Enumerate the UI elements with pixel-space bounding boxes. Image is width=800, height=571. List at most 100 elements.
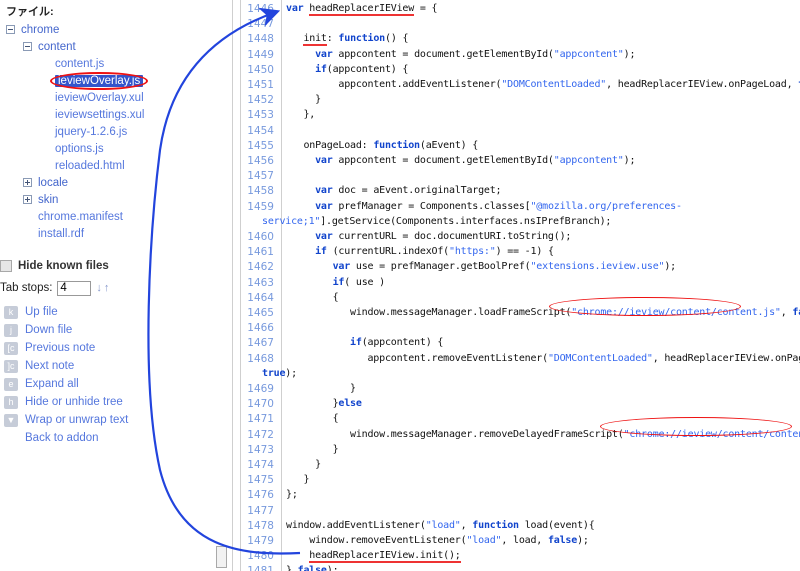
shortcut-keycap: [4, 432, 18, 445]
line-number: 1474: [247, 459, 274, 471]
shortcut-down-file[interactable]: j Down file: [0, 321, 216, 339]
tab-stops-row: Tab stops: ↓↑: [0, 277, 216, 299]
code-line: service;1"].getService(Components.interf…: [262, 215, 612, 227]
line-number: 1464: [247, 291, 274, 304]
code-line: true);: [262, 367, 297, 379]
selected-file-wrapper[interactable]: ieviewOverlay.js: [50, 71, 149, 90]
line-number: 1447: [247, 18, 274, 31]
tab-stops-arrows[interactable]: ↓↑: [96, 282, 111, 294]
shortcut-label: Down file: [25, 324, 73, 336]
tab-stops-input[interactable]: [57, 280, 92, 296]
tree-item-content[interactable]: content: [0, 38, 216, 55]
line-number: 1470: [247, 398, 274, 411]
tree-item-label: reloaded.html: [55, 159, 125, 172]
tree-item-label: skin: [38, 193, 59, 206]
line-number-gutter: 1446 1447 1448 1449 1450 1451 1452 1453 1454 1455…: [240, 0, 280, 571]
line-number: 1448: [247, 33, 274, 46]
line-number: 1455: [247, 139, 274, 152]
shortcut-keycap: [c: [4, 341, 18, 355]
tree-item-chrome-manifest[interactable]: chrome.manifest: [0, 208, 216, 225]
shortcut-hide-or-unhide-tree[interactable]: h Hide or unhide tree: [0, 393, 216, 411]
shortcut-keycap: k: [4, 305, 18, 319]
tree-item-label: ieviewOverlay.js: [55, 74, 144, 87]
shortcut-expand-all[interactable]: e Expand all: [0, 375, 216, 393]
line-number: 1461: [247, 246, 274, 259]
tree-item-label: ieviewOverlay.xul: [55, 91, 144, 104]
code-line: {: [286, 413, 339, 425]
tree-item-skin[interactable]: skin: [0, 191, 216, 208]
line-number: 1479: [247, 535, 274, 547]
shortcut-up-file[interactable]: k Up file: [0, 303, 216, 321]
expand-icon[interactable]: [23, 195, 32, 204]
tree-item-content-js[interactable]: content.js: [0, 55, 216, 72]
shortcut-label: Next note: [25, 360, 75, 372]
code-line: window.messageManager.loadFrameScript("c…: [286, 307, 800, 318]
code-line: },: [286, 109, 316, 121]
options-block: Hide known files Tab stops: ↓↑ k Up file j…: [0, 256, 216, 447]
shortcut-previous-note[interactable]: [c Previous note: [0, 339, 216, 357]
tree-item-label: chrome: [21, 23, 60, 36]
line-number: 1460: [247, 231, 274, 243]
vertical-scrollbar-thumb[interactable]: [216, 546, 227, 568]
code-line: window.removeEventListener("load", load,…: [286, 535, 589, 546]
line-number: 1462: [247, 261, 274, 274]
code-line: }: [286, 474, 310, 486]
line-number: 1463: [247, 276, 274, 289]
shortcut-label: Previous note: [25, 342, 96, 354]
code-line: init: function() {: [303, 33, 409, 47]
divider-line-1: [232, 0, 233, 571]
code-line: var doc = aEvent.originalTarget;: [315, 185, 502, 197]
code-line: }: [286, 383, 356, 394]
tree-item-locale[interactable]: locale: [0, 174, 216, 191]
code-line: window.addEventListener("load", function…: [286, 519, 595, 531]
hide-known-files-row[interactable]: Hide known files: [0, 256, 216, 275]
code-line: appcontent.removeEventListener("DOMConte…: [286, 352, 800, 364]
shortcut-next-note[interactable]: ]c Next note: [0, 357, 216, 375]
line-number: 1471: [247, 413, 274, 426]
tree-item-ieviewsettings-xul[interactable]: ieviewsettings.xul: [0, 106, 216, 123]
code-line: if (currentURL.indexOf("https:") == -1) …: [315, 246, 554, 258]
tree-item-label: install.rdf: [38, 227, 85, 240]
shortcut-keycap: ]c: [4, 359, 18, 373]
line-number: 1478: [247, 519, 274, 532]
line-number: 1466: [247, 322, 274, 335]
line-number: 1456: [247, 155, 274, 167]
shortcut-keycap: ▼: [4, 413, 18, 427]
tree-item-label: content.js: [55, 57, 105, 70]
line-number: 1473: [247, 443, 274, 456]
code-line: }: [286, 459, 321, 470]
code-line: var appcontent = document.getElementById…: [315, 155, 636, 166]
tree-item-install-rdf[interactable]: install.rdf: [0, 225, 216, 242]
line-number: 1469: [247, 383, 274, 395]
tree-item-chrome[interactable]: chrome: [0, 21, 216, 38]
app-window: ファイル: chrome content content.js ieviewOverl…: [0, 0, 800, 571]
line-number: 1454: [247, 124, 274, 137]
expand-icon[interactable]: [23, 178, 32, 187]
hide-known-files-checkbox[interactable]: [0, 259, 12, 272]
tree-item-label: content: [38, 40, 76, 53]
line-number: 1465: [247, 307, 274, 319]
tree-item-jquery-1-2-6-js[interactable]: jquery-1.2.6.js: [0, 123, 216, 140]
shortcut-back-to-addon[interactable]: Back to addon: [0, 429, 216, 447]
collapse-icon[interactable]: [23, 42, 32, 51]
code-line: };: [286, 489, 298, 501]
code-line: if(appcontent) {: [350, 337, 444, 349]
line-number: 1475: [247, 474, 274, 487]
code-line: var use = prefManager.getBoolPref("exten…: [332, 261, 677, 273]
shortcut-label: Up file: [25, 306, 58, 318]
line-number: 1476: [247, 489, 274, 502]
tree-item-reloaded-html[interactable]: reloaded.html: [0, 157, 216, 174]
tree-item-label: options.js: [55, 142, 104, 155]
collapse-icon[interactable]: [6, 25, 15, 34]
code-line: headReplacerIEView.init();: [309, 550, 461, 564]
tree-item-options-js[interactable]: options.js: [0, 140, 216, 157]
file-sidebar: ファイル: chrome content content.js ieviewOverl…: [0, 0, 216, 571]
tree-item-ieviewoverlay-js[interactable]: ieviewOverlay.js: [0, 71, 216, 90]
line-number: 1451: [247, 79, 274, 91]
tree-item-ieviewoverlay-xul[interactable]: ieviewOverlay.xul: [0, 89, 216, 106]
shortcut-wrap-or-unwrap-text[interactable]: ▼ Wrap or unwrap text: [0, 411, 216, 429]
line-number: 1457: [247, 170, 274, 183]
shortcut-label: Back to addon: [25, 432, 99, 444]
code-line: window.messageManager.removeDelayedFrame…: [286, 428, 800, 440]
tree-item-label: locale: [38, 176, 69, 189]
